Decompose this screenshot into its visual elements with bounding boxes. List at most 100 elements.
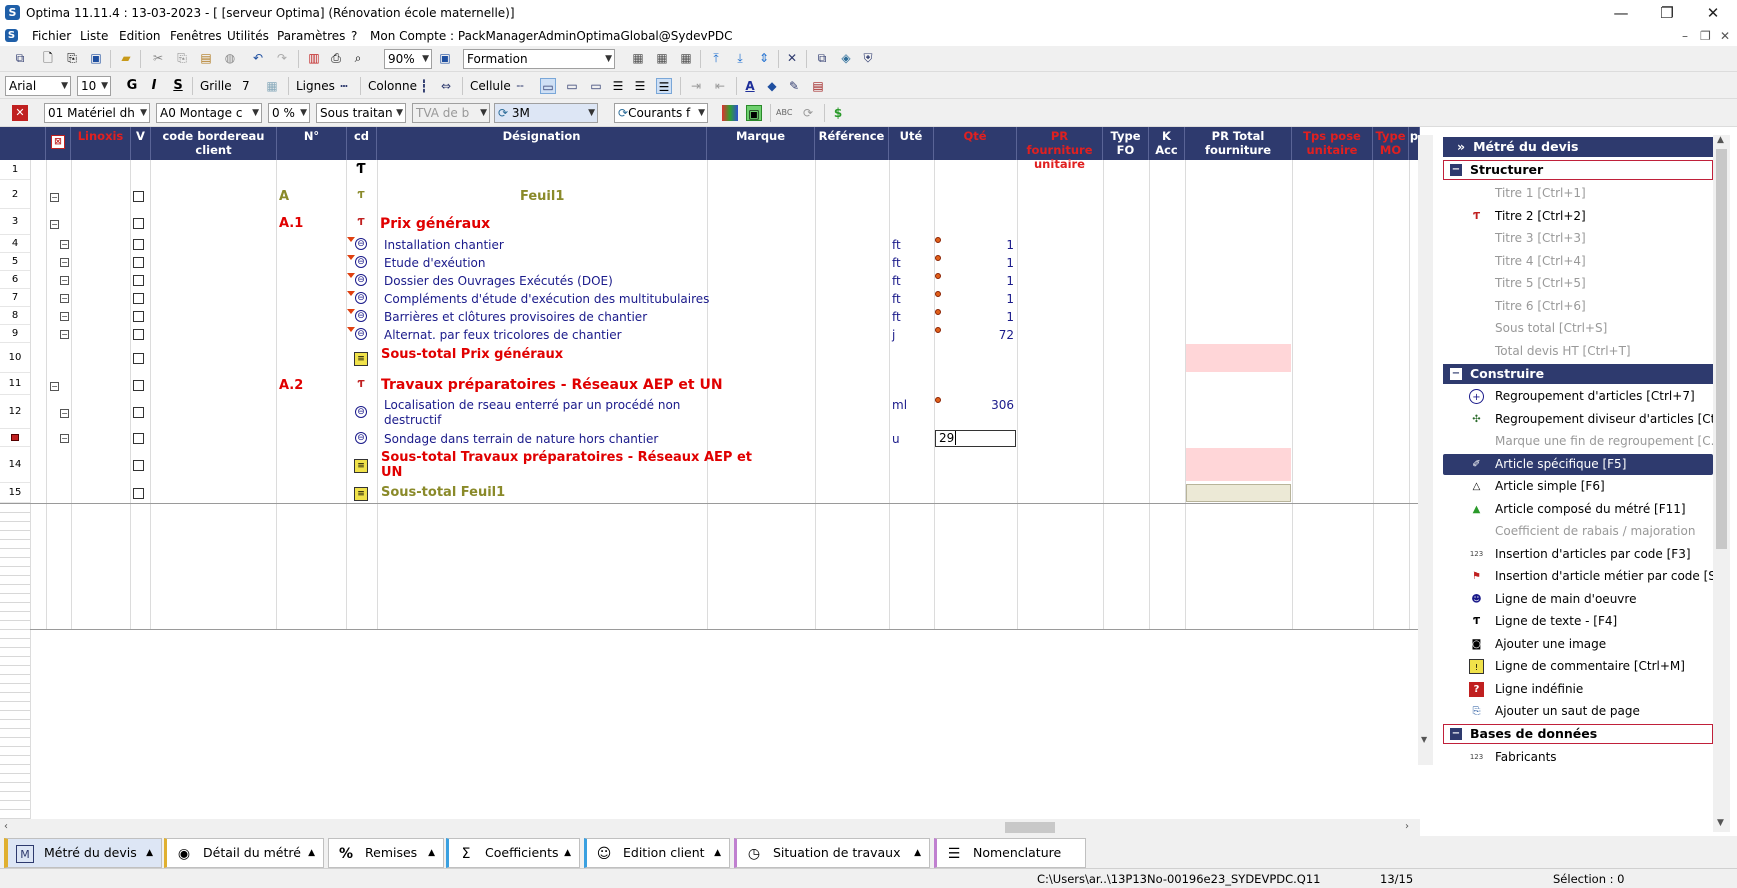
panel-item-insertion-metier[interactable]: ⚑ Insertion d'article métier par code [S.…	[1443, 566, 1713, 587]
delete-icon[interactable]: ✕	[12, 105, 28, 121]
panel-item-titre1[interactable]: Titre 1 [Ctrl+1]	[1443, 183, 1713, 204]
header-number[interactable]: N°	[277, 127, 347, 160]
row-qty[interactable]: 1	[954, 238, 1014, 252]
cell-style-icon[interactable]: ╌	[512, 78, 528, 94]
collapse-icon[interactable]: −	[60, 276, 69, 285]
header-pr-total[interactable]: PR Total fourniture	[1185, 127, 1292, 160]
row-number[interactable]: 4	[0, 235, 30, 253]
header-tps-pose[interactable]: Tps pose unitaire	[1292, 127, 1373, 160]
qty-edit-input[interactable]: 29	[935, 430, 1016, 447]
tab-detail-metre[interactable]: ◉ Détail du métré ▲	[164, 838, 324, 868]
paste-special-icon[interactable]: ◍	[222, 50, 238, 66]
row-number[interactable]: 10	[0, 343, 30, 373]
row-qty[interactable]: 1	[954, 292, 1014, 306]
align-left-icon[interactable]: ☰	[610, 78, 626, 94]
row-number[interactable]: 7	[0, 289, 30, 307]
collapse-icon[interactable]: −	[50, 382, 59, 391]
move-top-icon[interactable]: ⤒	[708, 50, 724, 66]
tab-situation-travaux[interactable]: ◷ Situation de travaux ▲	[734, 838, 930, 868]
collapse-icon[interactable]: −	[60, 330, 69, 339]
strike-button[interactable]: S	[170, 78, 186, 94]
row-qty[interactable]: 72	[954, 328, 1014, 342]
row-designation[interactable]: Sous-total Travaux préparatoires - Résea…	[381, 450, 752, 465]
italic-button[interactable]: I	[146, 78, 162, 94]
header-cd[interactable]: cd	[347, 127, 377, 160]
bold-button[interactable]: G	[124, 78, 140, 94]
scroll-down-icon[interactable]: ▼	[1421, 735, 1431, 744]
outdent-icon[interactable]: ⇤	[712, 78, 728, 94]
collapse-icon[interactable]: −	[60, 294, 69, 303]
view-select[interactable]: Formation ▼	[463, 49, 615, 69]
panel-item-titre6[interactable]: Titre 6 [Ctrl+6]	[1443, 296, 1713, 317]
tab-coefficients[interactable]: Σ Coefficients ▲	[446, 838, 580, 868]
menu-utilites[interactable]: Utilités	[227, 29, 269, 43]
spellcheck-icon[interactable]: ABC	[776, 105, 792, 121]
header-marque[interactable]: Marque	[707, 127, 815, 160]
menu-fichier[interactable]: Fichier	[32, 29, 71, 43]
row-qty[interactable]: 1	[954, 256, 1014, 270]
mdi-close-button[interactable]: ✕	[1720, 29, 1730, 43]
move-updown-icon[interactable]: ⇕	[756, 50, 772, 66]
header-code-bordereau[interactable]: code bordereau client	[151, 127, 277, 160]
row-checkbox[interactable]	[133, 353, 144, 364]
collapse-icon[interactable]: −	[50, 220, 59, 229]
row-designation[interactable]: Sous-total Feuil1	[381, 485, 505, 500]
materiel-select[interactable]: 01 Matériel dh ▼	[44, 103, 150, 123]
header-type-fo[interactable]: Type FO	[1103, 127, 1149, 160]
zoom-select[interactable]: 90% ▼	[384, 49, 432, 69]
menu-mon-compte[interactable]: Mon Compte : PackManagerAdminOptimaGloba…	[370, 29, 732, 43]
indent-icon[interactable]: ⇥	[688, 78, 704, 94]
row-unit[interactable]: ft	[892, 292, 901, 306]
mdi-minimize-button[interactable]: –	[1682, 29, 1688, 43]
row-designation[interactable]: Localisation de rseau enterré par un pro…	[384, 398, 680, 412]
row-qty[interactable]: 306	[954, 398, 1014, 412]
row-checkbox[interactable]	[133, 311, 144, 322]
collapse-icon[interactable]: −	[60, 434, 69, 443]
section-structurer[interactable]: − Structurer	[1443, 160, 1713, 180]
border-bottom-icon[interactable]: ▭	[588, 78, 604, 94]
tab-edition-client[interactable]: ☺ Edition client ▲	[584, 838, 730, 868]
row-unit[interactable]: ft	[892, 310, 901, 324]
menu-liste[interactable]: Liste	[80, 29, 108, 43]
font-size-select[interactable]: 10 ▼	[77, 76, 111, 96]
row-designation[interactable]: Installation chantier	[384, 238, 504, 252]
row-checkbox[interactable]	[133, 407, 144, 418]
row-designation[interactable]: Dossier des Ouvrages Exécutés (DOE)	[384, 274, 613, 288]
panel-item-titre3[interactable]: Titre 3 [Ctrl+3]	[1443, 228, 1713, 249]
row-designation[interactable]: Travaux préparatoires - Réseaux AEP et U…	[381, 377, 723, 393]
row-number[interactable]: 6	[0, 271, 30, 289]
refresh-price-icon[interactable]: $	[830, 105, 846, 121]
row-qty[interactable]: 1	[954, 274, 1014, 288]
courants-select[interactable]: ⟳Courants f ▼	[614, 103, 708, 123]
minimize-button[interactable]: —	[1598, 2, 1644, 24]
print-icon[interactable]: ⎙	[328, 50, 344, 66]
row-qty[interactable]: 1	[954, 310, 1014, 324]
panel-item-titre4[interactable]: Titre 4 [Ctrl+4]	[1443, 251, 1713, 272]
format-clear-icon[interactable]: ▤	[810, 78, 826, 94]
row-designation[interactable]: Prix généraux	[380, 216, 490, 232]
row-number[interactable]: 15	[0, 483, 30, 503]
collapse-icon[interactable]: −	[60, 240, 69, 249]
panel-item-titre5[interactable]: Titre 5 [Ctrl+5]	[1443, 273, 1713, 294]
colors-icon[interactable]	[722, 105, 738, 121]
panel-item-saut-page[interactable]: ⎘ Ajouter un saut de page	[1443, 701, 1713, 722]
tab-remises[interactable]: % Remises ▲	[328, 838, 444, 868]
panel-scrollbar[interactable]: ▲ ▼	[1713, 135, 1730, 832]
menu-edition[interactable]: Edition	[119, 29, 161, 43]
row-checkbox[interactable]	[133, 329, 144, 340]
row-unit[interactable]: j	[892, 328, 895, 342]
row-checkbox[interactable]	[133, 488, 144, 499]
row-checkbox[interactable]	[133, 275, 144, 286]
header-type-mo[interactable]: Type MO	[1373, 127, 1409, 160]
mdi-doc-icon[interactable]: S	[5, 29, 18, 42]
panel-item-article-specifique[interactable]: ✐ Article spécifique [F5]	[1443, 454, 1713, 475]
tab-metre-devis[interactable]: M Métré du devis ▲	[4, 838, 162, 868]
row-number[interactable]: 11	[0, 373, 30, 395]
row-unit[interactable]: ml	[892, 398, 907, 412]
row-number[interactable]: 3	[0, 209, 30, 235]
header-reference[interactable]: Référence	[815, 127, 889, 160]
row-unit[interactable]: ft	[892, 238, 901, 252]
move-bottom-icon[interactable]: ⤓	[732, 50, 748, 66]
panel-item-total-devis[interactable]: Total devis HT [Ctrl+T]	[1443, 341, 1713, 362]
row-checkbox[interactable]	[133, 218, 144, 229]
